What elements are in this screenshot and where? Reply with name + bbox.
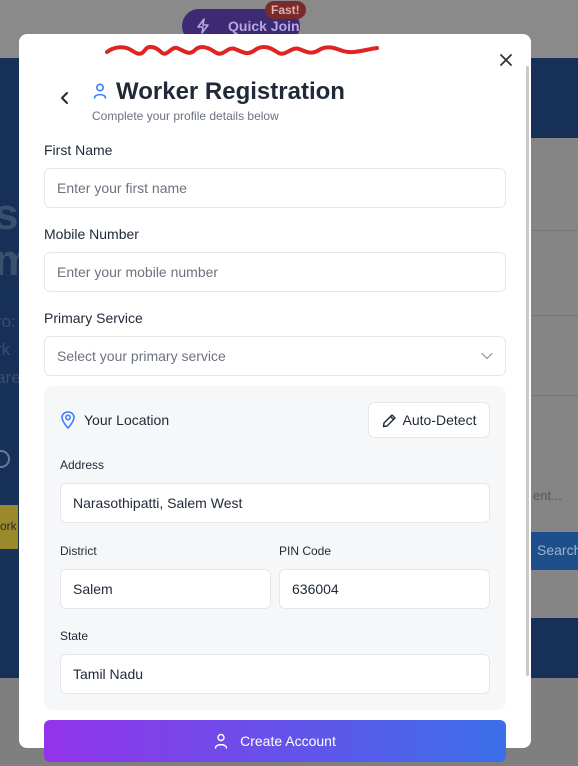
primary-service-select[interactable]: Select your primary service — [44, 336, 506, 376]
first-name-label: First Name — [44, 142, 113, 158]
create-account-label: Create Account — [240, 733, 336, 749]
primary-service-label: Primary Service — [44, 310, 143, 326]
back-button[interactable] — [55, 88, 75, 108]
mobile-number-input[interactable] — [44, 252, 506, 292]
address-input[interactable] — [60, 483, 490, 523]
user-icon — [214, 733, 228, 749]
state-label: State — [60, 629, 89, 643]
map-pin-icon — [61, 411, 75, 429]
background-divider — [530, 230, 578, 231]
first-name-input[interactable] — [44, 168, 506, 208]
lightning-icon — [197, 18, 209, 34]
close-button[interactable] — [496, 50, 516, 70]
auto-detect-button[interactable]: Auto-Detect — [368, 402, 490, 438]
close-icon — [500, 54, 512, 66]
background-divider — [530, 395, 578, 396]
user-icon — [93, 83, 107, 99]
background-text-fragment: rk — [0, 340, 11, 359]
fast-badge: Fast! — [265, 1, 306, 19]
modal-subtitle: Complete your profile details below — [92, 109, 279, 123]
location-title: Your Location — [84, 412, 170, 428]
red-scribble-annotation — [105, 44, 379, 56]
pin-code-input[interactable] — [279, 569, 490, 609]
background-text-fragment: are — [0, 368, 21, 387]
modal-title: Worker Registration — [116, 78, 345, 105]
district-input[interactable] — [60, 569, 271, 609]
pin-code-label: PIN Code — [279, 544, 332, 558]
background-text-fragment: ro: — [0, 312, 16, 331]
pencil-icon — [382, 413, 396, 427]
district-label: District — [60, 544, 97, 558]
modal-scrollbar[interactable] — [526, 66, 529, 676]
create-account-button[interactable]: Create Account — [44, 720, 506, 762]
quick-join-label: Quick Join — [228, 18, 300, 34]
background-search-button: Search — [531, 532, 578, 570]
chevron-down-icon — [481, 352, 493, 360]
primary-service-placeholder: Select your primary service — [57, 348, 226, 364]
location-header: Your Location — [60, 411, 169, 429]
chevron-left-icon — [61, 92, 68, 104]
background-divider — [530, 315, 578, 316]
background-yellow-button: ork — [0, 505, 18, 549]
auto-detect-label: Auto-Detect — [402, 412, 477, 428]
background-side-placeholder: ent... — [533, 488, 562, 503]
mobile-number-label: Mobile Number — [44, 226, 139, 242]
state-input[interactable] — [60, 654, 490, 694]
address-label: Address — [60, 458, 105, 472]
